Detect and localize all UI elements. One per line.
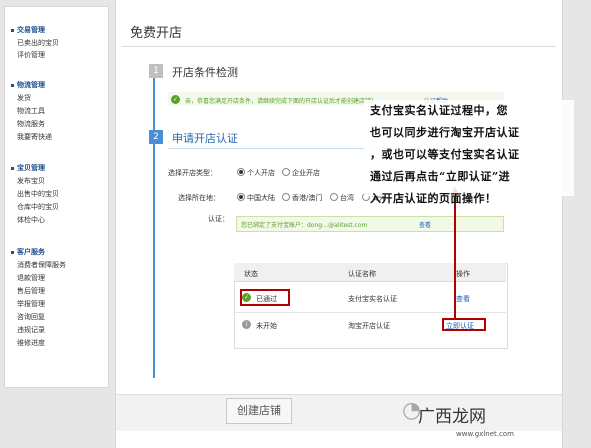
row-separator: [234, 312, 506, 313]
sidebar-item-report[interactable]: 举报管理: [17, 299, 45, 309]
sidebar: 交易管理 已卖出的宝贝 评价管理 物流管理 发货 物流工具 物流服务 我要寄快递…: [4, 6, 109, 388]
alipay-bound-text: 您已绑定了支付宝账户：dong…@alitest.com: [241, 222, 368, 229]
row1-name: 支付宝实名认证: [348, 295, 397, 303]
step-2-badge: 2: [149, 130, 163, 144]
col-action: 操作: [456, 270, 470, 278]
col-name: 认证名称: [348, 270, 376, 278]
step-1-badge: 1: [149, 64, 163, 78]
step-2-title: 申请开店认证: [172, 132, 238, 145]
verify-now-link[interactable]: 立即认证: [446, 321, 474, 331]
sidebar-group-customer: 客户服务: [11, 247, 45, 257]
watermark-url: www.gxlnet.com: [456, 430, 514, 438]
step-timeline: [153, 66, 155, 378]
page-title: 免费开店: [130, 26, 183, 41]
location-hkmo-radio[interactable]: [282, 193, 290, 201]
sidebar-item-repair[interactable]: 维修进度: [17, 338, 45, 348]
title-divider: [122, 46, 556, 47]
shop-type-company-label: 企业开店: [292, 169, 320, 177]
info-icon: i: [242, 320, 251, 329]
annotation-text: 支付宝实名认证过程中，您 也可以同步进行淘宝开店认证 ，或也可以等支付宝实名认证…: [370, 100, 578, 210]
sidebar-group-logistics: 物流管理: [11, 80, 45, 90]
annotation-line-5: 入开店认证的页面操作！: [370, 192, 497, 205]
sidebar-item-logistics-service[interactable]: 物流服务: [17, 119, 45, 129]
shop-type-company-radio[interactable]: [282, 168, 290, 176]
sidebar-item-consult[interactable]: 咨询回复: [17, 312, 45, 322]
shop-type-personal-radio[interactable]: [237, 168, 245, 176]
sidebar-item-express[interactable]: 我要寄快递: [17, 132, 52, 142]
sidebar-item-publish[interactable]: 发布宝贝: [17, 176, 45, 186]
location-hkmo-label: 香港/澳门: [292, 194, 323, 202]
annotation-line-1: 支付宝实名认证过程中，您: [370, 104, 508, 117]
sidebar-item-refund[interactable]: 退款管理: [17, 273, 45, 283]
sidebar-group-items: 宝贝管理: [11, 163, 45, 173]
location-label: 选择所在地：: [178, 194, 220, 202]
location-taiwan-label: 台湾: [340, 194, 354, 202]
sidebar-item-on-sale[interactable]: 出售中的宝贝: [17, 189, 59, 199]
row2-status: 未开始: [256, 322, 277, 330]
annotation-line-3: ，或也可以等支付宝实名认证: [370, 148, 520, 161]
row2-name: 淘宝开店认证: [348, 322, 390, 330]
sidebar-item-violations[interactable]: 违规记录: [17, 325, 45, 335]
sidebar-item-protection[interactable]: 消费者保障服务: [17, 260, 66, 270]
sidebar-item-checkup[interactable]: 体检中心: [17, 215, 45, 225]
sidebar-item-ship[interactable]: 发货: [17, 93, 31, 103]
sidebar-item-sold[interactable]: 已卖出的宝贝: [17, 38, 59, 48]
step-1-title: 开店条件检测: [172, 66, 238, 79]
verify-label: 认证：: [208, 215, 229, 223]
location-mainland-radio[interactable]: [237, 193, 245, 201]
sidebar-item-reviews[interactable]: 评价管理: [17, 50, 45, 60]
shop-type-personal-label: 个人开店: [247, 169, 275, 177]
row1-view-link[interactable]: 查看: [456, 294, 470, 304]
location-taiwan-radio[interactable]: [330, 193, 338, 201]
sidebar-item-aftersale[interactable]: 售后管理: [17, 286, 45, 296]
check-pass-message: 亲，恭喜您满足开店条件，请继续完成下面的开店认证后才能创建店铺！: [185, 98, 378, 105]
main-panel: 免费开店 1 开店条件检测 ✓ 亲，恭喜您满足开店条件，请继续完成下面的开店认证…: [115, 0, 574, 448]
annotation-line-4: 通过后再点击“立即认证”进: [370, 170, 511, 183]
watermark-text: 广西龙网: [418, 407, 486, 427]
shop-type-label: 选择开店类型：: [168, 169, 217, 177]
sidebar-item-warehouse[interactable]: 仓库中的宝贝: [17, 202, 59, 212]
location-mainland-label: 中国大陆: [247, 194, 275, 202]
alipay-view-link[interactable]: 查看: [419, 220, 431, 229]
create-shop-button[interactable]: 创建店铺: [226, 398, 292, 424]
sidebar-item-logistics-tools[interactable]: 物流工具: [17, 106, 45, 116]
col-status: 状态: [244, 270, 258, 278]
check-icon: ✓: [171, 95, 180, 104]
sidebar-group-trade: 交易管理: [11, 25, 45, 35]
annotation-line-2: 也可以同步进行淘宝开店认证: [370, 126, 520, 139]
row1-status: 已通过: [256, 295, 277, 303]
arrow-shaft: [454, 194, 456, 320]
bottom-action-bar: [116, 394, 562, 431]
passed-icon: ✓: [242, 293, 251, 302]
